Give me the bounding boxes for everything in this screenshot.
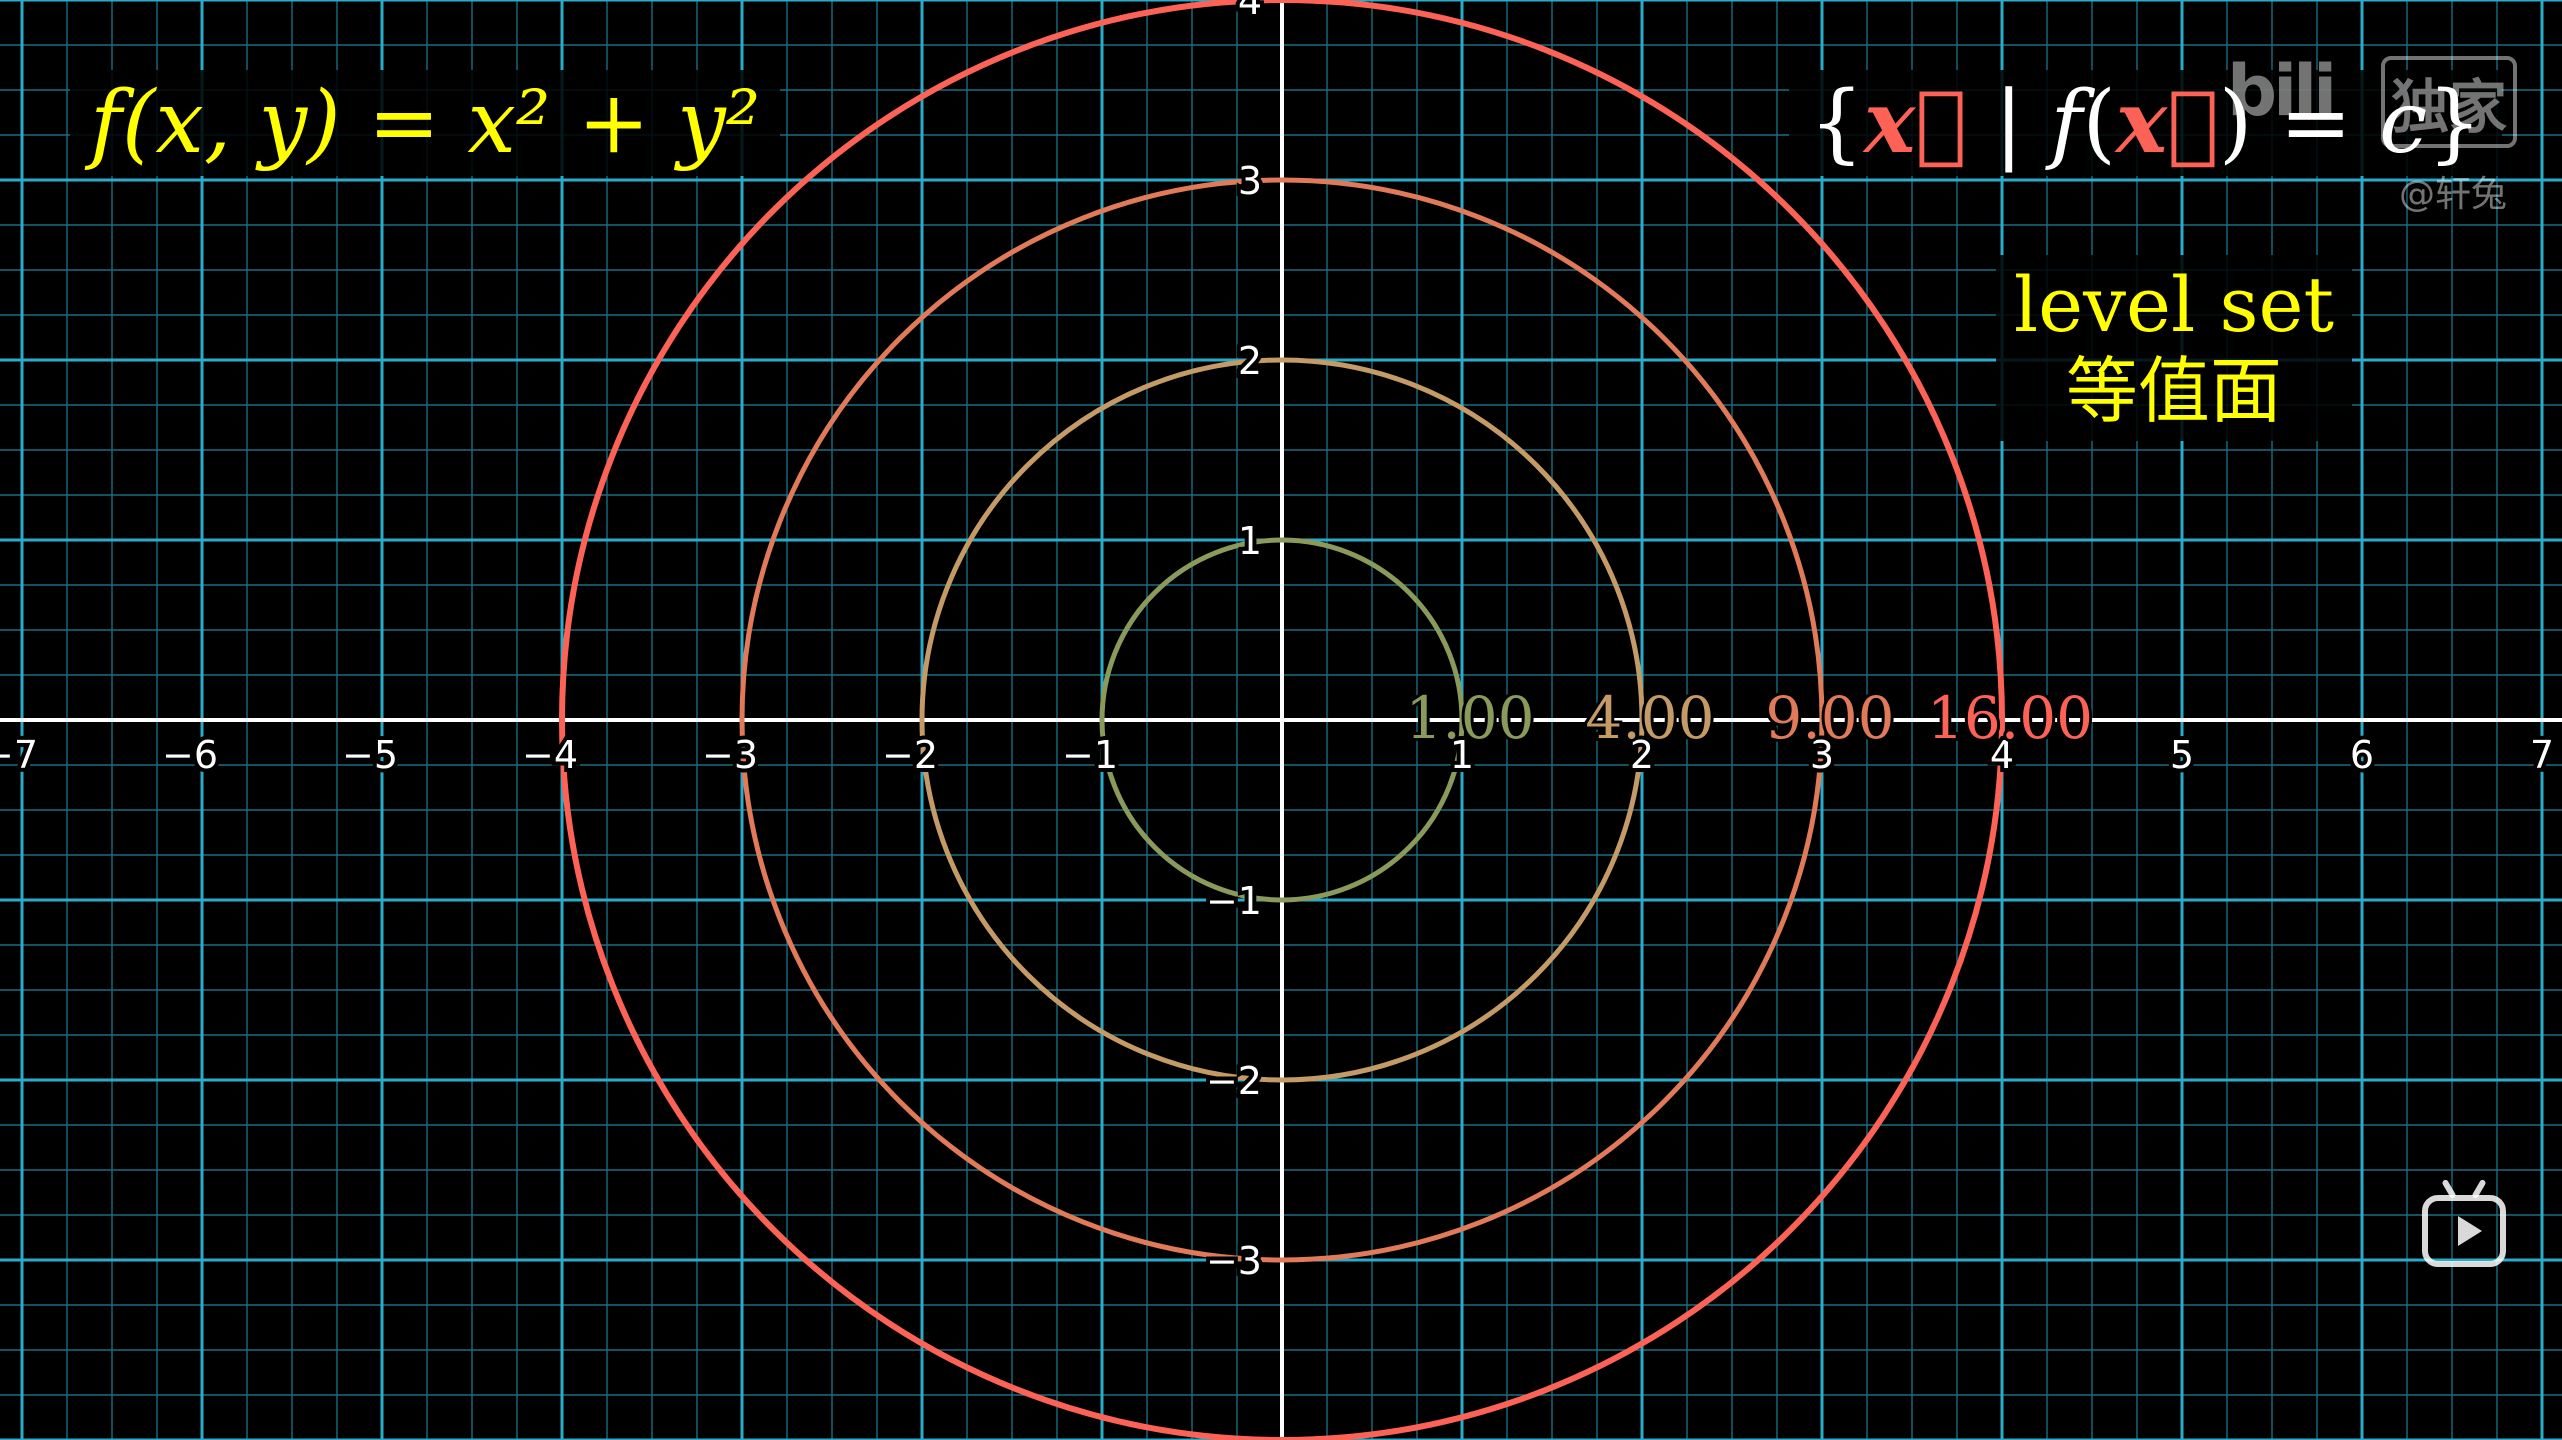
- x-tick-label: −4: [522, 733, 578, 777]
- bilibili-logo: bili: [2227, 50, 2337, 132]
- bilibili-tv-icon[interactable]: [2422, 1195, 2506, 1267]
- level-label-c1: 1.00: [1405, 684, 1534, 752]
- x-tick-label: −7: [0, 733, 38, 777]
- level-label-c9: 9.00: [1765, 684, 1894, 752]
- such-that-bar: |: [1966, 73, 2051, 173]
- level-set-plot: −7 −6 −5 −4 −3 −2 −1 1 2 3 4 5 6 7 4 3 2 1 −1 −2 −3 1.00 4.0…: [0, 0, 2562, 1440]
- exclusive-badge: 独家: [2380, 56, 2517, 148]
- vector-x-argument: x⃗: [2115, 72, 2219, 173]
- x-tick-labels: −7−6−5−4−3−2−11234567: [0, 729, 2558, 781]
- paren-open: (: [2082, 73, 2116, 173]
- level-set-chinese: 等值面: [2065, 349, 2282, 434]
- function-f: f: [2050, 73, 2083, 173]
- x-tick-label: −6: [162, 733, 218, 777]
- brace-open: {: [1809, 73, 1864, 173]
- y-tick-label: 1: [1238, 519, 1262, 563]
- level-label-c16: 16.00: [1927, 684, 2093, 752]
- y-tick-label: −1: [1206, 879, 1262, 923]
- formula-text: f(x, y) = x² + y²: [90, 73, 761, 173]
- x-tick-label: −2: [882, 733, 938, 777]
- vector-x: x⃗: [1863, 72, 1967, 173]
- video-frame: −7 −6 −5 −4 −3 −2 −1 1 2 3 4 5 6 7 4 3 2 1 −1 −2 −3 1.00 4.0…: [0, 0, 2562, 1440]
- level-set-english: level set: [2013, 260, 2334, 349]
- axes: [0, 0, 2562, 1440]
- play-icon: [2458, 1216, 2482, 1246]
- x-tick-label: −1: [1062, 733, 1118, 777]
- x-tick-label: −3: [702, 733, 758, 777]
- x-tick-label: −5: [342, 733, 398, 777]
- level-set-caption: level set 等值面: [1995, 255, 2352, 441]
- y-tick-label: 2: [1238, 339, 1262, 383]
- y-tick-label: 3: [1238, 159, 1262, 203]
- bilibili-watermark: bili 独家 @轩兔: [2227, 50, 2517, 215]
- y-tick-labels: 4 3 2 1 −1 −2 −3: [1202, 0, 1266, 1287]
- y-tick-label: −2: [1206, 1059, 1262, 1103]
- x-tick-label: 7: [2530, 733, 2554, 777]
- y-tick-label: −3: [1206, 1239, 1262, 1283]
- uploader-handle: @轩兔: [2398, 174, 2507, 215]
- x-tick-label: 5: [2170, 733, 2194, 777]
- function-formula: f(x, y) = x² + y²: [70, 70, 781, 176]
- y-tick-label: 4: [1238, 0, 1262, 23]
- level-label-c4: 4.00: [1585, 684, 1714, 752]
- x-tick-label: 6: [2350, 733, 2374, 777]
